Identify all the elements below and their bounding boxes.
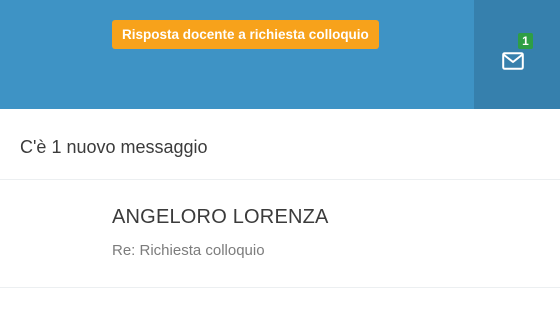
unread-count-badge: 1 <box>518 33 533 49</box>
message-sender: ANGELORO LORENZA <box>112 206 329 228</box>
envelope-icon <box>502 52 524 70</box>
message-list-item[interactable]: ANGELORO LORENZA Re: Richiesta colloquio <box>0 180 560 288</box>
notification-toast[interactable]: Risposta docente a richiesta colloquio <box>112 20 379 49</box>
dropdown-header: C'è 1 nuovo messaggio <box>0 109 560 180</box>
top-navbar: Risposta docente a richiesta colloquio 1 <box>0 0 560 109</box>
messages-dropdown: C'è 1 nuovo messaggio ANGELORO LORENZA R… <box>0 109 560 330</box>
messages-button[interactable]: 1 <box>474 0 560 109</box>
message-subject: Re: Richiesta colloquio <box>112 242 265 259</box>
